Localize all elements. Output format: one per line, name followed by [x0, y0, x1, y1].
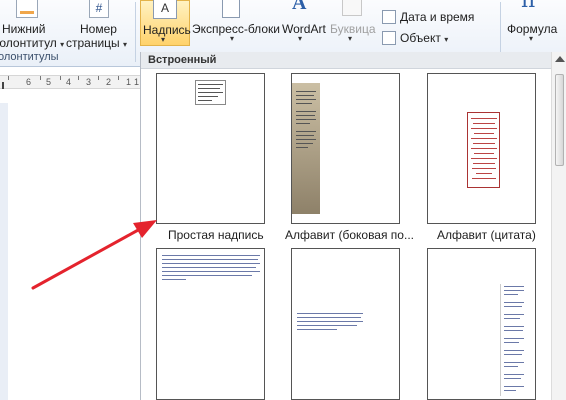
chevron-down-icon: ▾	[230, 34, 235, 43]
dropcap-button[interactable]: Буквица ▾	[328, 0, 376, 46]
horizontal-ruler[interactable]: 6 5 4 3 2 1 1	[0, 75, 140, 89]
textbox-preview	[195, 80, 226, 105]
ruler-number: 6	[26, 77, 32, 87]
dropcap-label: Буквица	[330, 22, 376, 36]
ruler-tick	[60, 76, 61, 80]
ruler-number: 3	[86, 77, 92, 87]
object-button[interactable]: Объект ▾	[382, 31, 448, 45]
textbox-button[interactable]: A Надпись ▾	[140, 0, 191, 46]
quick-parts-label: Экспресс-блоки	[192, 22, 280, 36]
ruler-margin-marker[interactable]	[2, 82, 4, 89]
wordart-button[interactable]: A WordArt ▾	[280, 0, 328, 46]
column-preview	[500, 284, 527, 396]
gallery-item-caption: Простая надпись	[168, 228, 264, 242]
dropcap-icon	[342, 0, 362, 16]
textbox-icon: A	[153, 0, 177, 19]
textbox-preview	[297, 313, 363, 331]
formula-button[interactable]: π Формула ▾	[505, 0, 563, 46]
ruler-tick	[118, 76, 119, 80]
chevron-down-icon: ▾	[348, 34, 353, 43]
gallery-item-simple-textbox[interactable]	[156, 73, 265, 224]
page-number-button[interactable]: # Номер страницы ▾	[64, 0, 132, 52]
footer-icon	[16, 0, 38, 18]
wordart-icon: A	[292, 0, 307, 14]
gallery-item-textbox-column[interactable]	[427, 248, 536, 400]
page-number-label-2: страницы ▾	[66, 36, 128, 50]
gallery-item-caption: Алфавит (боковая по...	[285, 228, 414, 242]
page-number-label-1: Номер	[80, 22, 117, 36]
gallery-section-header: Встроенный	[141, 52, 551, 69]
object-icon	[382, 31, 396, 45]
textbox-button-label: Надпись	[143, 23, 191, 37]
footer-button-label-2: колонтитул ▾	[0, 36, 65, 50]
quick-parts-button[interactable]: Экспресс-блоки ▾	[192, 0, 280, 46]
ruler-tick	[98, 76, 99, 80]
chevron-down-icon: ▾	[123, 40, 128, 49]
wordart-label: WordArt	[282, 22, 326, 36]
ruler-number: 4	[66, 77, 72, 87]
calendar-icon	[382, 10, 396, 24]
gallery-item-alphabet-quote[interactable]	[427, 73, 536, 224]
document-page[interactable]	[0, 103, 140, 400]
footer-button[interactable]: Нижний колонтитул ▾	[0, 0, 64, 52]
sidebar-preview	[292, 83, 320, 214]
textbox-gallery: Встроенный Простая надпись Алфавит (боко…	[140, 52, 566, 400]
date-time-label: Дата и время	[400, 10, 475, 24]
gallery-item-caption: Алфавит (цитата)	[437, 228, 536, 242]
gallery-item-textbox-middle[interactable]	[291, 248, 400, 400]
footer-button-label-1: Нижний	[2, 22, 46, 36]
quick-parts-icon	[222, 0, 240, 18]
date-time-button[interactable]: Дата и время	[382, 10, 474, 24]
object-label: Объект	[400, 31, 441, 45]
ruler-number: 2	[106, 77, 112, 87]
quote-preview	[467, 112, 500, 188]
scrollbar-thumb[interactable]	[555, 74, 564, 166]
ruler-tick	[8, 76, 9, 80]
ruler-number: 1	[134, 77, 140, 87]
chevron-down-icon: ▾	[298, 34, 303, 43]
gallery-item-textbox-top[interactable]	[156, 248, 265, 400]
scroll-up-icon[interactable]	[555, 56, 565, 62]
ruler-tick	[40, 76, 41, 80]
group-separator	[135, 2, 136, 62]
pi-icon: π	[521, 0, 536, 13]
gallery-item-alphabet-sidebar[interactable]	[291, 73, 400, 224]
chevron-down-icon: ▾	[161, 35, 166, 44]
chevron-down-icon: ▾	[444, 35, 449, 44]
ruler-number: 5	[46, 77, 52, 87]
chevron-down-icon: ▾	[529, 34, 534, 43]
ruler-number: 1	[126, 77, 132, 87]
gallery-section-title: Встроенный	[148, 54, 217, 66]
gallery-scrollbar[interactable]	[551, 52, 566, 400]
page-number-icon: #	[89, 0, 109, 18]
ruler-tick	[78, 76, 79, 80]
